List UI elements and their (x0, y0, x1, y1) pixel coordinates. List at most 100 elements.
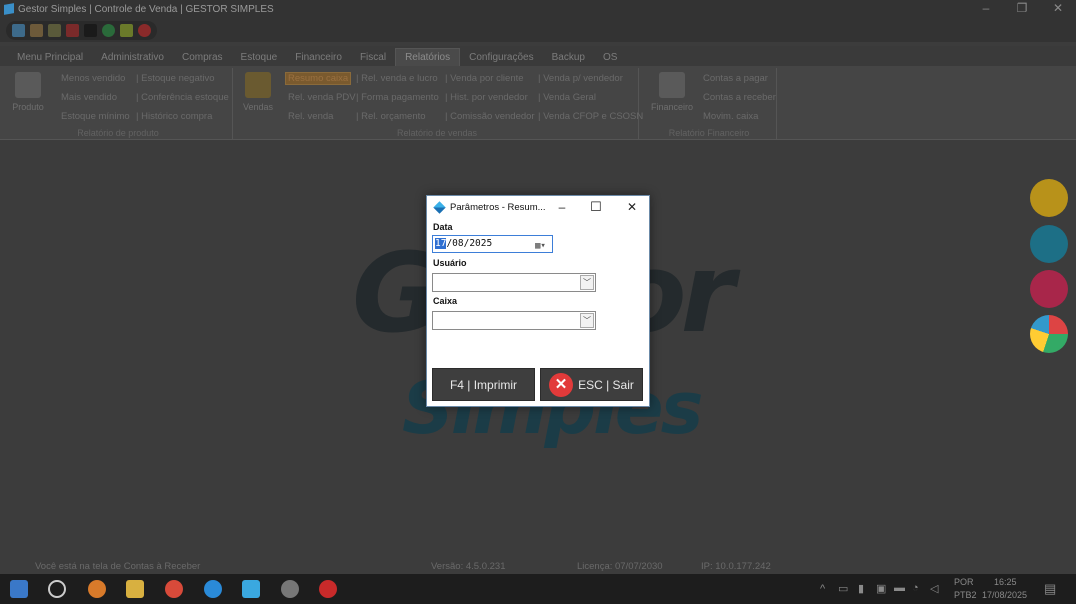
windows-start-icon[interactable] (10, 580, 28, 598)
ribbon-item-contas-pagar[interactable]: Contas a pagar (703, 73, 768, 84)
vendas-button[interactable]: Vendas (240, 72, 276, 112)
group-label-produto: Relatório de produto (77, 128, 159, 138)
dialog-title: Parâmetros - Resum... (450, 201, 546, 213)
cash-register-icon (659, 72, 685, 98)
app-red-icon[interactable] (319, 580, 337, 598)
chevron-down-icon[interactable]: ﹀ (580, 313, 594, 328)
ribbon-item-movim-caixa[interactable]: Movim. caixa (703, 111, 758, 122)
ribbon-item-rel-venda-lucro[interactable]: | Rel. venda e lucro (356, 73, 438, 84)
ribbon-item-comissao-vendedor[interactable]: | Comissão vendedor (445, 111, 535, 122)
ribbon-item-hist-por-vendedor[interactable]: | Hist. por vendedor (445, 92, 528, 103)
ribbon-group-financeiro: Financeiro Contas a pagar Contas a receb… (642, 68, 777, 140)
ribbon-group-vendas: Vendas Resumo caixa Rel. venda PDV Rel. … (236, 68, 643, 140)
search-icon[interactable] (48, 580, 66, 598)
side-chart-icon[interactable] (1030, 225, 1068, 263)
exit-button-label: ESC | Sair (578, 377, 634, 392)
ribbon-item-rel-orcamento[interactable]: | Rel. orçamento (356, 111, 426, 122)
chrome-icon[interactable] (165, 580, 183, 598)
print-button-label: F4 | Imprimir (449, 377, 518, 392)
ribbon-item-mais-vendido[interactable]: Mais vendido (61, 92, 117, 103)
status-bar: Você está na tela de Contas à Receber Ve… (0, 560, 1076, 574)
tab-menu-principal[interactable]: Menu Principal (8, 49, 92, 66)
ribbon-item-resumo-caixa[interactable]: Resumo caixa (285, 72, 352, 85)
ribbon-item-historico-compra[interactable]: | Histórico compra (136, 111, 212, 122)
box-icon[interactable] (48, 23, 61, 37)
dialog-minimize-button[interactable]: – (544, 196, 580, 218)
side-pie-chart-icon[interactable] (1030, 315, 1068, 353)
tab-fiscal[interactable]: Fiscal (351, 49, 395, 66)
tray-mic-icon[interactable]: ▮ (858, 582, 864, 595)
tab-configuracoes[interactable]: Configurações (460, 49, 542, 66)
ribbon-item-menos-vendido[interactable]: Menos vendido (61, 73, 125, 84)
window-title: Gestor Simples | Controle de Venda | GES… (18, 3, 274, 15)
ribbon-item-venda-geral[interactable]: | Venda Geral (538, 92, 596, 103)
tray-wifi-icon[interactable]: ◔ (912, 582, 919, 594)
ribbon-item-rel-venda-pdv[interactable]: Rel. venda PDV (288, 92, 356, 103)
window-titlebar: Gestor Simples | Controle de Venda | GES… (0, 0, 1076, 18)
minimize-button[interactable]: – (968, 0, 1004, 18)
restore-button[interactable]: ❐ (1004, 0, 1040, 18)
file-explorer-icon[interactable] (126, 580, 144, 598)
caixa-combobox[interactable]: ﹀ (432, 311, 596, 330)
calendar-icon[interactable] (66, 23, 79, 37)
refresh-icon[interactable] (102, 23, 115, 37)
print-button[interactable]: F4 | Imprimir (432, 368, 535, 401)
notification-icon[interactable]: ▤ (1044, 581, 1056, 597)
side-cash-icon[interactable] (1030, 179, 1068, 217)
exit-button[interactable]: ✕ ESC | Sair (540, 368, 643, 401)
ribbon-item-estoque-negativo[interactable]: | Estoque negativo (136, 73, 215, 84)
ribbon-item-venda-p-vendedor[interactable]: | Venda p/ vendedor (538, 73, 623, 84)
tray-network-icon[interactable]: ▭ (838, 582, 848, 595)
tab-estoque[interactable]: Estoque (232, 49, 287, 66)
tab-administrativo[interactable]: Administrativo (92, 49, 173, 66)
date-picker-field[interactable]: 17/08/2025 ▦▾ (432, 235, 553, 253)
monitor-icon[interactable] (84, 23, 97, 37)
tab-financeiro[interactable]: Financeiro (286, 49, 351, 66)
tray-lang-bottom[interactable]: PTB2 (954, 590, 977, 600)
dialog-app-icon (433, 200, 446, 214)
ribbon-group-produto: Produto Menos vendido Mais vendido Estoq… (4, 68, 233, 140)
tray-display-icon[interactable]: ▣ (876, 582, 886, 595)
tab-backup[interactable]: Backup (543, 49, 594, 66)
tray-time[interactable]: 16:25 (994, 577, 1017, 587)
gestor-app-icon[interactable] (242, 580, 260, 598)
plug-icon[interactable] (120, 23, 133, 37)
app-swirl-icon[interactable] (88, 580, 106, 598)
tab-compras[interactable]: Compras (173, 49, 232, 66)
calendar-dropdown-icon[interactable]: ▦▾ (535, 238, 549, 251)
ribbon: Produto Menos vendido Mais vendido Estoq… (0, 66, 1076, 140)
ribbon-item-forma-pagamento[interactable]: | Forma pagamento (356, 92, 439, 103)
edge-icon[interactable] (204, 580, 222, 598)
tray-date[interactable]: 17/08/2025 (982, 590, 1027, 600)
chart-icon (245, 72, 271, 98)
ribbon-item-conferencia-estoque[interactable]: | Conferência estoque (136, 92, 229, 103)
ribbon-tabs: Menu Principal Administrativo Compras Es… (0, 46, 1076, 66)
tray-volume-icon[interactable]: ◁ (930, 582, 938, 595)
ribbon-item-venda-cfop-csosn[interactable]: | Venda CFOP e CSOSN (538, 111, 643, 122)
dialog-close-button[interactable]: ✕ (614, 196, 650, 218)
ribbon-item-venda-por-cliente[interactable]: | Venda por cliente (445, 73, 524, 84)
ribbon-item-rel-venda[interactable]: Rel. venda (288, 111, 333, 122)
chevron-down-icon[interactable]: ﹀ (580, 275, 594, 290)
tray-battery-icon[interactable]: ▬ (894, 582, 905, 594)
status-message: Você está na tela de Contas à Receber (35, 561, 201, 572)
tray-chevron-up-icon[interactable]: ^ (820, 583, 825, 595)
financeiro-button[interactable]: Financeiro (648, 72, 696, 112)
tab-os[interactable]: OS (594, 49, 626, 66)
tray-lang-top[interactable]: POR (954, 577, 974, 587)
back-icon[interactable] (12, 23, 25, 37)
tab-relatorios[interactable]: Relatórios (395, 48, 461, 66)
ribbon-item-contas-receber[interactable]: Contas a receber (703, 92, 776, 103)
usuario-combobox[interactable]: ﹀ (432, 273, 596, 292)
status-license: Licença: 07/07/2030 (577, 561, 663, 572)
people-icon[interactable] (30, 23, 43, 37)
produto-label: Produto (12, 102, 44, 112)
dialog-maximize-button[interactable]: ☐ (578, 196, 614, 218)
ribbon-item-estoque-minimo[interactable]: Estoque mínimo (61, 111, 130, 122)
side-register-icon[interactable] (1030, 270, 1068, 308)
produto-button[interactable]: Produto (8, 72, 48, 112)
power-icon[interactable] (138, 23, 151, 37)
vendas-label: Vendas (242, 102, 274, 112)
close-button[interactable]: ✕ (1040, 0, 1076, 18)
app-gear-icon[interactable] (281, 580, 299, 598)
